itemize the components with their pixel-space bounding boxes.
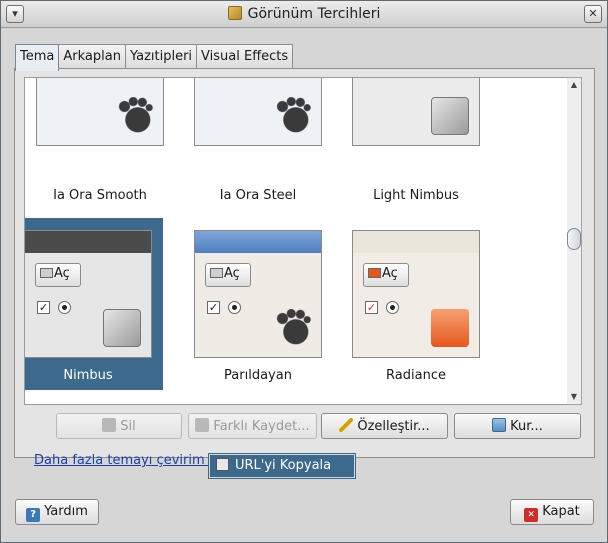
- gnome-foot-icon: [115, 97, 153, 135]
- theme-icon-view[interactable]: ✓ Ia Ora Smooth ✓ Ia Ora Steel: [24, 77, 572, 405]
- theme-item-radiance[interactable]: Aç ✓ Radiance: [341, 218, 491, 390]
- title-bar[interactable]: ▾ Görünüm Tercihleri ✕: [1, 1, 607, 28]
- scrollbar-thumb[interactable]: [567, 228, 581, 250]
- theme-preview-radiance: Aç ✓: [352, 230, 480, 358]
- window-close-button[interactable]: ✕: [584, 5, 602, 23]
- window-title: Görünüm Tercihleri: [247, 6, 381, 22]
- more-themes-link[interactable]: Daha fazla temayı çevirim iç: [34, 453, 220, 468]
- customize-button[interactable]: Özelleştir...: [321, 413, 448, 439]
- theme-panel: ✓ Ia Ora Smooth ✓ Ia Ora Steel: [14, 68, 595, 458]
- theme-preview-parildayan: Aç ✓: [194, 230, 322, 358]
- appearance-preferences-window: ▾ Görünüm Tercihleri ✕ Tema Arkaplan Yaz…: [0, 0, 608, 543]
- scroll-up-icon[interactable]: ▲: [567, 78, 581, 92]
- preview-open-button: Aç: [363, 263, 409, 287]
- gnome-foot-icon: [273, 97, 311, 135]
- theme-name: Ia Ora Smooth: [53, 188, 147, 203]
- tab-bar: Tema Arkaplan Yazıtipleri Visual Effects: [15, 44, 294, 71]
- copy-icon: [216, 458, 229, 471]
- theme-name: Nimbus: [63, 368, 113, 383]
- tab-tema[interactable]: Tema: [15, 44, 60, 71]
- preview-radio: [386, 301, 399, 314]
- close-icon: ✕: [524, 508, 539, 522]
- theme-preview-body: Aç ✓: [25, 253, 151, 357]
- theme-preview-titlebar: [353, 231, 479, 253]
- theme-item-ia-ora-steel[interactable]: ✓ Ia Ora Steel: [183, 78, 333, 203]
- theme-preview-ia-ora-smooth: ✓: [36, 78, 164, 146]
- theme-preview-titlebar: [25, 231, 151, 253]
- open-icon: [40, 268, 53, 278]
- window-close-icon: ✕: [588, 7, 598, 20]
- save-icon: [195, 418, 210, 432]
- theme-name: Radiance: [386, 368, 446, 383]
- theme-preview-titlebar: [195, 231, 321, 253]
- close-button[interactable]: ✕ Kapat: [510, 499, 594, 525]
- delete-icon: [102, 418, 117, 432]
- preview-open-button: Aç: [35, 263, 81, 287]
- open-icon: [368, 268, 381, 278]
- theme-name: Light Nimbus: [373, 188, 459, 203]
- help-button[interactable]: ? Yardım: [15, 499, 99, 525]
- gnome-foot-icon: [273, 309, 311, 347]
- vertical-scrollbar[interactable]: ▲ ▼: [567, 77, 582, 405]
- theme-item-ia-ora-smooth[interactable]: ✓ Ia Ora Smooth: [25, 78, 175, 203]
- context-menu-copy-url[interactable]: URL'yi Kopyala: [208, 453, 356, 479]
- help-icon: ?: [26, 508, 41, 522]
- theme-preview-body: ✓: [195, 78, 321, 145]
- theme-name: Parıldayan: [224, 368, 292, 383]
- tab-arkaplan[interactable]: Arkaplan: [58, 44, 126, 69]
- image-icon: [103, 309, 141, 347]
- install-icon: [492, 418, 507, 432]
- scroll-down-icon[interactable]: ▼: [567, 390, 581, 404]
- appearance-app-icon: [227, 6, 242, 20]
- preview-checkbox: ✓: [207, 301, 220, 314]
- theme-preview-ia-ora-steel: ✓: [194, 78, 322, 146]
- theme-item-parildayan[interactable]: Aç ✓ Parıldayan: [183, 218, 333, 390]
- theme-item-light-nimbus[interactable]: ✓ Light Nimbus: [341, 78, 491, 203]
- theme-name: Ia Ora Steel: [219, 188, 297, 203]
- delete-button[interactable]: Sil: [56, 413, 182, 439]
- theme-preview-nimbus: Aç ✓: [25, 230, 152, 358]
- preview-radio: [228, 301, 241, 314]
- install-button[interactable]: Kur...: [454, 413, 581, 439]
- theme-preview-light-nimbus: ✓: [352, 78, 480, 146]
- folder-icon: [431, 309, 469, 347]
- preview-checkbox: ✓: [365, 301, 378, 314]
- save-as-button[interactable]: Farklı Kaydet...: [188, 413, 317, 439]
- tab-visual-effects[interactable]: Visual Effects: [196, 44, 294, 69]
- image-icon: [431, 97, 469, 135]
- preview-open-button: Aç: [205, 263, 251, 287]
- open-icon: [210, 268, 223, 278]
- theme-preview-body: Aç ✓: [195, 253, 321, 357]
- preview-radio: [58, 301, 71, 314]
- theme-preview-body: Aç ✓: [353, 253, 479, 357]
- theme-item-nimbus[interactable]: Aç ✓ Nimbus: [25, 218, 163, 390]
- edit-icon: [339, 418, 354, 432]
- window-title-wrap: Görünüm Tercihleri: [1, 6, 607, 22]
- theme-preview-body: ✓: [37, 78, 163, 145]
- tab-yazitipleri[interactable]: Yazıtipleri: [124, 44, 198, 69]
- preview-checkbox: ✓: [37, 301, 50, 314]
- theme-preview-body: ✓: [353, 78, 479, 145]
